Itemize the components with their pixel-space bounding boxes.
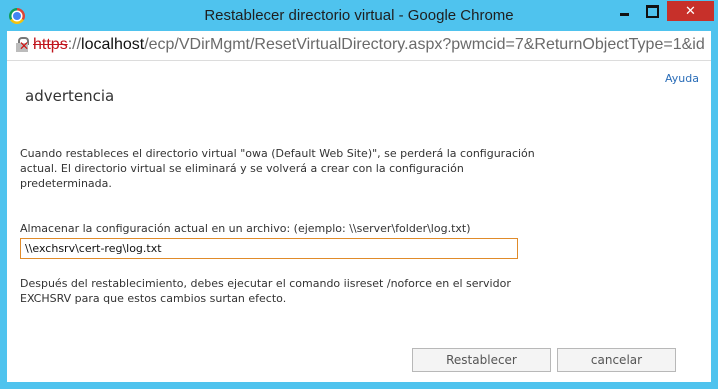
insecure-lock-icon[interactable]: ✕ xyxy=(16,37,29,53)
maximize-button[interactable] xyxy=(639,1,665,21)
minimize-icon xyxy=(619,13,629,16)
close-button[interactable]: ✕ xyxy=(667,1,714,21)
address-bar[interactable]: ✕ https://localhost/ecp/VDirMgmt/ResetVi… xyxy=(7,31,711,60)
url-host: localhost xyxy=(81,36,145,53)
url-separator: :// xyxy=(67,36,82,53)
post-reset-instructions: Después del restablecimiento, debes ejec… xyxy=(20,277,511,305)
dialog-content: Ayuda advertencia Cuando restableces el … xyxy=(7,60,711,382)
cancel-button[interactable]: cancelar xyxy=(557,348,676,372)
reset-button[interactable]: Restablecer xyxy=(412,348,551,372)
close-icon: ✕ xyxy=(685,3,696,19)
title-bar[interactable]: Restablecer directorio virtual - Google … xyxy=(0,0,718,30)
page-heading: advertencia xyxy=(25,87,115,105)
url-path: /ecp/VDirMgmt/ResetVirtualDirectory.aspx… xyxy=(144,36,705,53)
store-config-label: Almacenar la configuración actual en un … xyxy=(20,222,471,235)
warning-text: Cuando restableces el directorio virtual… xyxy=(20,147,535,190)
help-link[interactable]: Ayuda xyxy=(665,72,699,85)
url-scheme: https xyxy=(33,36,68,53)
log-path-input[interactable] xyxy=(20,238,518,259)
url-text[interactable]: https://localhost/ecp/VDirMgmt/ResetVirt… xyxy=(33,36,705,54)
maximize-icon xyxy=(645,4,659,18)
browser-window: Restablecer directorio virtual - Google … xyxy=(0,0,718,389)
minimize-button[interactable] xyxy=(611,1,637,21)
